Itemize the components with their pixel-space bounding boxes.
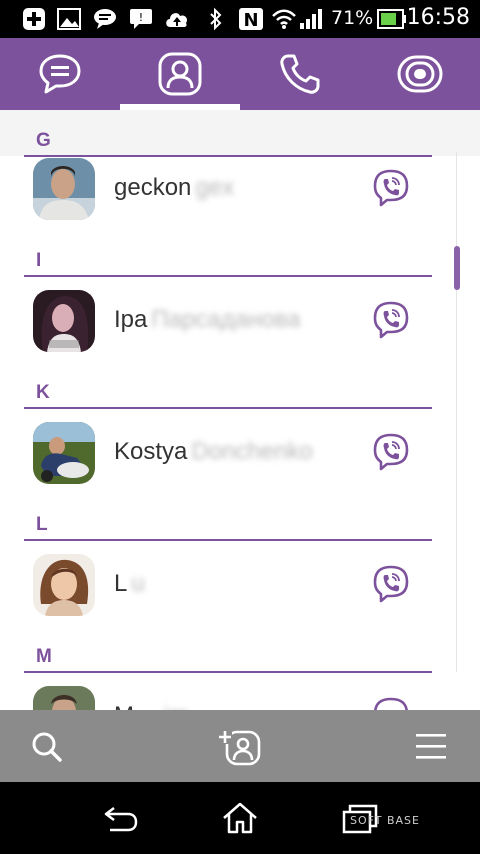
contact-name-first: L [114,570,128,597]
section-letter: G [36,130,51,151]
viber-call-icon[interactable] [371,696,411,710]
contact-name: Lu [114,570,145,598]
contact-name-first: Ipa [114,306,148,333]
chat-icon [39,54,81,94]
tab-bar [0,38,480,110]
battery-icon [377,9,406,29]
message-icon: ! [130,9,152,29]
section-divider [24,407,432,409]
contact-row[interactable]: Kostya Donchenko [0,420,480,496]
search-icon [32,732,62,762]
tab-contacts[interactable] [120,38,240,110]
viber-call-icon[interactable] [371,564,411,604]
svg-text:N: N [243,10,258,31]
system-nav-bar: SOFT BASE [0,782,480,854]
section-letter: M [36,646,52,667]
chat-notification-icon [94,9,116,29]
contact-name-first: Kostya [114,438,188,465]
tab-public-chats[interactable] [360,38,480,110]
home-icon[interactable] [220,800,260,836]
add-contact-button[interactable] [215,722,265,772]
viber-call-icon[interactable] [371,432,411,472]
contact-name: Ipa Парсаданова [114,306,300,334]
contact-name: Kostya Donchenko [114,438,313,466]
public-chats-icon [397,55,443,93]
contact-name: Maxim [114,702,189,710]
contact-row[interactable]: Lu [0,552,480,628]
watermark: SOFT BASE [350,814,420,827]
contact-list[interactable]: G geckon gex I Ipa Парсаданова K Kostya … [0,110,480,710]
contact-name-first: Max [114,702,159,710]
contact-name-first: geckon [114,174,192,201]
clock: 16:58 [406,5,470,30]
avatar [33,554,95,616]
menu-button[interactable] [406,722,456,772]
section-divider [24,539,432,541]
scrollbar-thumb[interactable] [454,246,460,290]
bottom-action-bar [0,710,480,782]
plus-icon [23,8,45,30]
contact-name-blurred: u [131,570,145,597]
wifi-icon [272,9,296,29]
bluetooth-icon [210,7,222,31]
section-letter: I [36,250,42,271]
signal-icon [300,9,322,29]
battery-percent: 71% [331,7,374,29]
avatar [33,158,95,220]
back-icon[interactable] [100,800,140,836]
avatar [33,422,95,484]
contact-row[interactable]: Maxim [0,684,480,710]
contact-row[interactable]: geckon gex [0,156,480,232]
avatar [33,686,95,710]
svg-text:!: ! [139,11,143,24]
contact-name-blurred: Парсаданова [151,306,301,333]
section-letter: K [36,382,50,403]
status-bar: ! N 71% 16:58 [0,0,480,38]
contacts-icon [158,52,202,96]
contact-row[interactable]: Ipa Парсаданова [0,288,480,364]
contact-name: geckon gex [114,174,234,202]
tab-chats[interactable] [0,38,120,110]
search-button[interactable] [22,722,72,772]
viber-call-icon[interactable] [371,168,411,208]
tab-calls[interactable] [240,38,360,110]
avatar [33,290,95,352]
cloud-upload-icon [166,13,188,27]
section-letter: L [36,514,48,535]
nfc-icon: N [239,8,263,31]
contact-name-blurred: Donchenko [191,438,313,465]
phone-icon [280,54,320,94]
add-contact-icon [218,730,261,766]
image-icon [57,8,81,30]
menu-icon [416,734,446,759]
section-divider [24,275,432,277]
section-divider [24,671,432,673]
contact-name-blurred: gex [195,174,235,201]
contact-name-blurred: im [163,702,188,710]
viber-call-icon[interactable] [371,300,411,340]
